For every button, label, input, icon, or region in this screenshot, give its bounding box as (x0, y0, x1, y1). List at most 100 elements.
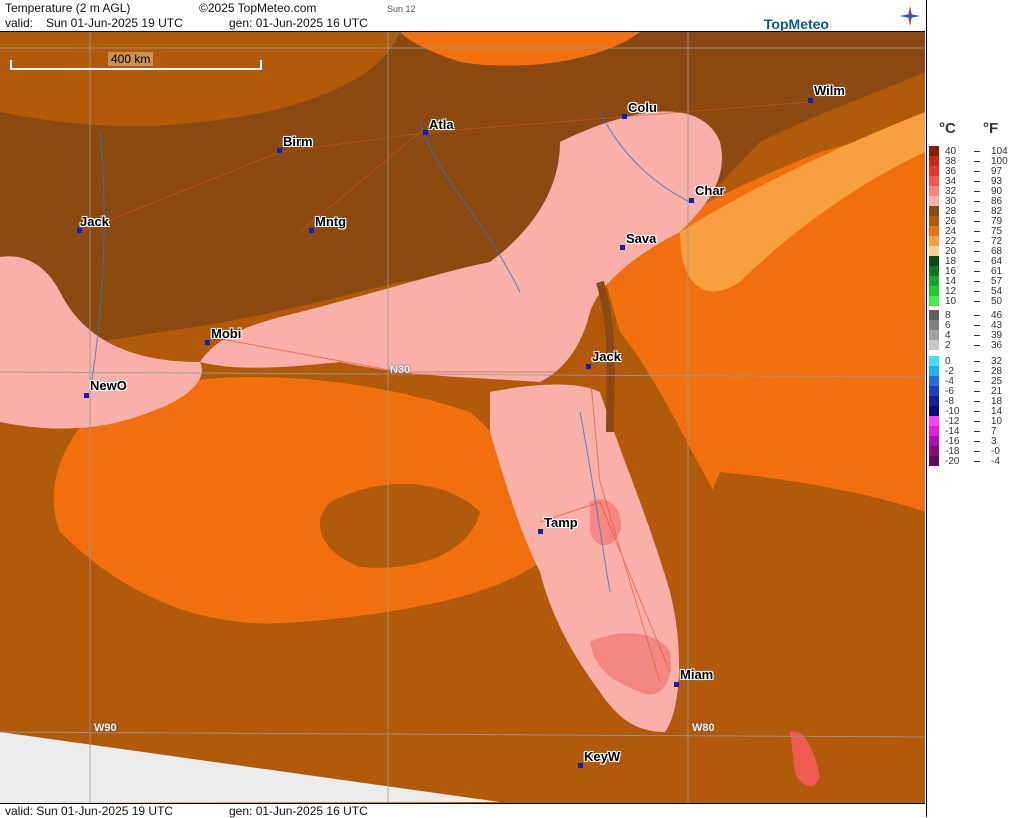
city-label[interactable]: Sava (626, 231, 656, 246)
legend-tick (974, 315, 980, 316)
legend-tick (974, 371, 980, 372)
map-footer: valid: Sun 01-Jun-2025 19 UTC gen: 01-Ju… (0, 803, 925, 818)
legend-swatch (929, 340, 939, 350)
city-label[interactable]: Mobi (211, 326, 241, 341)
legend-swatch (929, 406, 939, 416)
city-marker[interactable] (309, 228, 314, 233)
legend-row: -18 -0 (927, 446, 1017, 457)
legend-tick (974, 231, 980, 232)
run-label: Sun 12 (387, 4, 416, 14)
legend-tick (974, 281, 980, 282)
city-marker[interactable] (538, 529, 543, 534)
city-marker[interactable] (277, 148, 282, 153)
city-label[interactable]: Atla (429, 117, 454, 132)
legend-swatch (929, 416, 939, 426)
legend-row: 38 100 (927, 156, 1017, 167)
city-label[interactable]: Birm (283, 134, 313, 149)
gen-time: gen: 01-Jun-2025 16 UTC (229, 16, 368, 30)
city-label[interactable]: Miam (680, 667, 713, 682)
city-marker[interactable] (423, 130, 428, 135)
footer-valid: valid: Sun 01-Jun-2025 19 UTC (5, 804, 174, 818)
legend-tick (974, 241, 980, 242)
legend-swatch (929, 246, 939, 256)
legend-swatch (929, 330, 939, 340)
legend-tick (974, 201, 980, 202)
legend-tick (974, 181, 980, 182)
legend-row: -20 -4 (927, 456, 1017, 467)
legend-row: 14 57 (927, 276, 1017, 287)
map-title: Temperature (2 m AGL) (5, 1, 131, 15)
legend-swatch (929, 366, 939, 376)
city-marker[interactable] (620, 245, 625, 250)
legend-row: -6 21 (927, 386, 1017, 397)
legend-tick (974, 251, 980, 252)
legend-tick (974, 271, 980, 272)
city-marker[interactable] (689, 198, 694, 203)
legend-row: 20 68 (927, 246, 1017, 257)
legend-row: 16 61 (927, 266, 1017, 277)
legend-tick (974, 221, 980, 222)
legend-swatch (929, 266, 939, 276)
city-label[interactable]: Char (695, 183, 725, 198)
legend-tick (974, 211, 980, 212)
legend-row: -4 25 (927, 376, 1017, 387)
legend-unit-c: °C (939, 120, 956, 137)
legend-swatch (929, 376, 939, 386)
city-marker[interactable] (84, 393, 89, 398)
legend-tick (974, 291, 980, 292)
legend-row: -14 7 (927, 426, 1017, 437)
footer-gen: gen: 01-Jun-2025 16 UTC (229, 804, 368, 818)
city-label[interactable]: Colu (628, 100, 657, 115)
legend-tick (974, 401, 980, 402)
legend-swatch (929, 456, 939, 466)
legend-tick (974, 461, 980, 462)
legend-row: 32 90 (927, 186, 1017, 197)
city-label[interactable]: Jack (592, 349, 621, 364)
legend-row: 0 32 (927, 356, 1017, 367)
city-marker[interactable] (808, 98, 813, 103)
legend-swatch (929, 216, 939, 226)
legend-swatch (929, 436, 939, 446)
legend-celsius: -20 (945, 456, 960, 467)
legend-tick (974, 391, 980, 392)
copyright: ©2025 TopMeteo.com (199, 1, 317, 15)
lon-label-w80: W80 (692, 722, 715, 734)
legend-tick (974, 261, 980, 262)
valid-time: Sun 01-Jun-2025 19 UTC (46, 16, 183, 30)
legend-tick (974, 451, 980, 452)
legend-unit-f: °F (983, 120, 999, 137)
city-marker[interactable] (622, 114, 627, 119)
city-label[interactable]: KeyW (584, 749, 620, 764)
legend-row: 26 79 (927, 216, 1017, 227)
city-label[interactable]: NewO (90, 378, 127, 393)
legend-celsius: 2 (945, 340, 951, 351)
city-marker[interactable] (674, 682, 679, 687)
lon-label-w90: W90 (94, 722, 117, 734)
legend-fahrenheit: 50 (991, 296, 1003, 307)
legend-tick (974, 345, 980, 346)
city-label[interactable]: Mntg (315, 214, 346, 229)
legend-swatch (929, 286, 939, 296)
legend-swatch (929, 196, 939, 206)
legend-tick (974, 301, 980, 302)
legend-swatch (929, 386, 939, 396)
legend-swatch (929, 310, 939, 320)
legend-tick (974, 431, 980, 432)
legend-swatch (929, 176, 939, 186)
city-label[interactable]: Jack (80, 214, 109, 229)
legend-tick (974, 325, 980, 326)
temperature-map[interactable]: 400 km N30 W90 W80 Jack Birm Atla Colu W… (0, 32, 925, 803)
legend-swatch (929, 236, 939, 246)
city-marker[interactable] (205, 340, 210, 345)
legend-swatch (929, 146, 939, 156)
city-marker[interactable] (586, 364, 591, 369)
legend-row: 34 93 (927, 176, 1017, 187)
legend-swatch (929, 256, 939, 266)
map-layers (0, 32, 925, 803)
city-marker[interactable] (578, 763, 583, 768)
legend-row: 24 75 (927, 226, 1017, 237)
temperature-legend: °C °F 40 104 38 100 36 97 34 93 32 90 30 86 28 82 26 79… (926, 0, 1017, 817)
city-label[interactable]: Tamp (544, 515, 578, 530)
city-label[interactable]: Wilm (814, 83, 845, 98)
legend-swatch (929, 396, 939, 406)
